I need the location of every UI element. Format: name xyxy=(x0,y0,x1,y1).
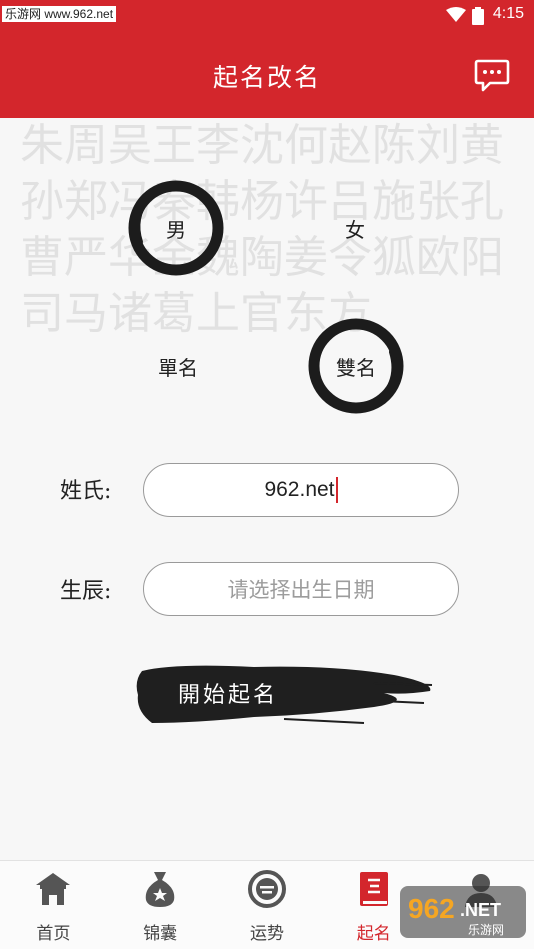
birth-label: 生辰: xyxy=(60,579,112,604)
tab-home-label: 首页 xyxy=(36,924,71,944)
watermark-sub: 乐游网 xyxy=(468,923,504,937)
chat-bubble-icon[interactable] xyxy=(474,58,510,92)
name-book-icon xyxy=(359,872,388,906)
tab-naming-label: 起名 xyxy=(356,924,391,944)
status-icons xyxy=(446,7,484,25)
fortune-icon xyxy=(247,870,286,908)
surname-input[interactable]: 962.net xyxy=(143,463,459,517)
status-time: 4:15 xyxy=(492,5,524,22)
page-title: 起名改名 xyxy=(212,63,321,92)
money-bag-icon xyxy=(145,872,175,907)
background-calligraphy: 朱周吴王李沈何赵陈刘黄孙郑冯秦韩杨许吕施张孔曹严华金魏陶姜令狐欧阳司马诸葛上官东… xyxy=(20,120,504,339)
main-content: 朱周吴王李沈何赵陈刘黄孙郑冯秦韩杨许吕施张孔曹严华金魏陶姜令狐欧阳司马诸葛上官东… xyxy=(0,118,534,860)
status-bar: 乐游网 www.962.net 4:15 xyxy=(0,0,534,30)
birth-date-placeholder: 请选择出生日期 xyxy=(227,579,375,602)
app-bar: 起名改名 xyxy=(0,30,534,118)
tab-home[interactable]: 首页 xyxy=(0,861,107,949)
battery-icon xyxy=(472,7,484,25)
watermark-suffix: .NET xyxy=(460,900,501,920)
watermark-logo: 962 .NET 乐游网 xyxy=(400,886,526,938)
double-name-option[interactable]: 雙名 xyxy=(306,316,406,416)
watermark-text: 乐游网 www.962.net xyxy=(2,6,117,22)
site-watermark: 962 .NET 乐游网 xyxy=(398,880,528,944)
tab-fortune-label: 运势 xyxy=(249,924,284,944)
tab-fortune[interactable]: 运势 xyxy=(214,861,321,949)
surname-label: 姓氏: xyxy=(60,479,112,504)
start-naming-button[interactable]: 開始起名 xyxy=(134,661,434,731)
birth-date-input[interactable]: 请选择出生日期 xyxy=(143,562,459,616)
gender-option-female[interactable]: 女 xyxy=(305,178,405,278)
tab-tips-label: 锦囊 xyxy=(143,924,178,944)
watermark-brand: 962 xyxy=(408,893,455,924)
gender-option-male[interactable]: 男 xyxy=(126,178,226,278)
text-cursor xyxy=(335,477,338,503)
temple-home-icon xyxy=(36,873,71,905)
single-name-label: 單名 xyxy=(158,355,198,380)
start-naming-label: 開始起名 xyxy=(178,683,279,708)
gender-male-label: 男 xyxy=(166,217,186,242)
single-name-option[interactable]: 單名 xyxy=(128,316,228,416)
gender-female-label: 女 xyxy=(345,217,365,242)
wifi-icon xyxy=(446,7,466,22)
double-name-label: 雙名 xyxy=(336,355,376,380)
surname-value: 962.net xyxy=(264,478,335,501)
tab-tips[interactable]: 锦囊 xyxy=(107,861,214,949)
